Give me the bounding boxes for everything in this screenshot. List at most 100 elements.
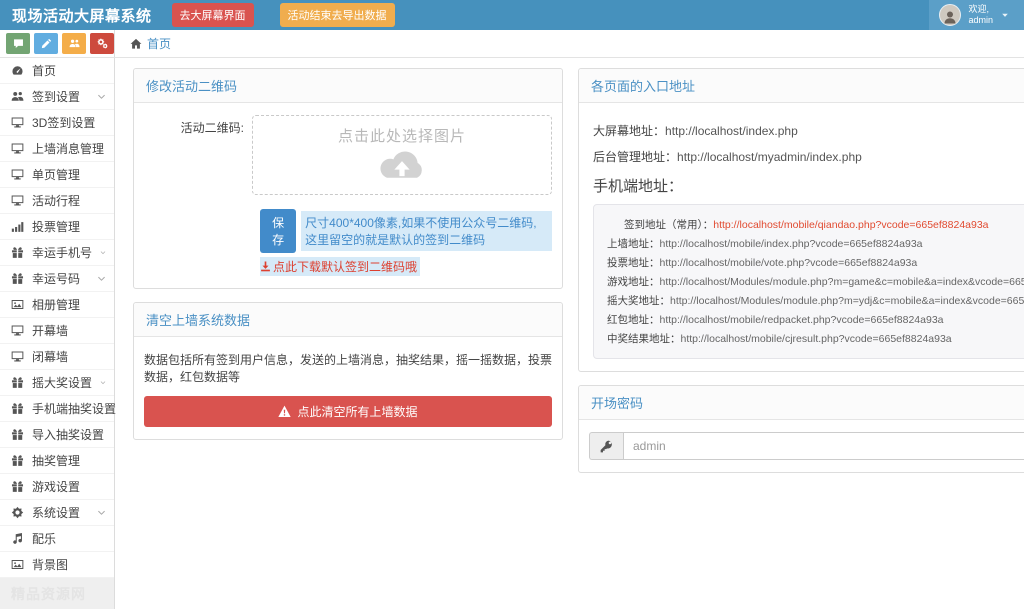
users-icon bbox=[69, 39, 80, 48]
cogs-icon bbox=[96, 38, 108, 49]
gift-icon bbox=[11, 403, 24, 414]
sub-bar: 首页 bbox=[0, 30, 1024, 58]
image-upload-dropzone[interactable]: 点击此处选择图片 bbox=[252, 115, 552, 195]
download-icon bbox=[261, 261, 270, 272]
sidebar-item-home[interactable]: 首页 bbox=[0, 58, 114, 84]
admin-address: 后台管理地址：http://localhost/myadmin/index.ph… bbox=[593, 150, 862, 164]
comment-icon bbox=[13, 39, 23, 48]
qr-code-label: 活动二维码: bbox=[180, 121, 244, 135]
opening-password-input[interactable] bbox=[623, 432, 1024, 460]
main-content: 修改活动二维码 活动二维码: 点击此处选择图片 保存 尺寸400*400像素,如… bbox=[115, 58, 1024, 609]
image-icon bbox=[11, 560, 24, 569]
big-screen-address: 大屏幕地址：http://localhost/index.php bbox=[593, 124, 798, 138]
home-icon bbox=[130, 38, 142, 49]
cloud-upload-icon bbox=[380, 151, 422, 178]
users-quick-button[interactable] bbox=[62, 33, 86, 54]
message-quick-button[interactable] bbox=[6, 33, 30, 54]
welcome-text: 欢迎, admin bbox=[968, 4, 993, 25]
desktop-icon bbox=[11, 117, 24, 128]
user-menu[interactable]: 欢迎, admin bbox=[929, 0, 1024, 30]
desktop-icon bbox=[11, 143, 24, 154]
sidebar-item-shake-prize[interactable]: 摇大奖设置 bbox=[0, 370, 114, 396]
edit-quick-button[interactable] bbox=[34, 33, 58, 54]
top-header-bar: 现场活动大屏幕系统 去大屏幕界面 活动结束去导出数据 欢迎, admin bbox=[0, 0, 1024, 30]
entry-address-panel: 各页面的入口地址 大屏幕地址：http://localhost/index.ph… bbox=[578, 68, 1024, 372]
panel-title: 开场密码 bbox=[579, 386, 1024, 420]
signin-url-link[interactable]: http://localhost/mobile/qiandao.php?vcod… bbox=[713, 219, 988, 231]
dashboard-icon bbox=[12, 66, 23, 75]
chevron-down-icon bbox=[98, 94, 105, 99]
caret-down-icon bbox=[1002, 13, 1008, 17]
go-big-screen-button[interactable]: 去大屏幕界面 bbox=[171, 3, 254, 27]
chevron-down-icon bbox=[98, 510, 105, 515]
desktop-icon bbox=[11, 195, 24, 206]
mobile-url-list: 签到地址（常用）：http://localhost/mobile/qiandao… bbox=[593, 204, 1024, 359]
gift-icon bbox=[11, 455, 24, 466]
sidebar-item-background[interactable]: 背景图 bbox=[0, 552, 114, 578]
avatar bbox=[939, 4, 962, 26]
sidebar-item-schedule[interactable]: 活动行程 bbox=[0, 188, 114, 214]
download-default-qr-link[interactable]: 点此下载默认签到二维码哦 bbox=[260, 257, 421, 276]
save-button[interactable]: 保存 bbox=[260, 209, 297, 253]
panel-title: 修改活动二维码 bbox=[134, 69, 562, 103]
sidebar-nav: 首页 签到设置 3D签到设置 上墙消息管理 单页管理 活动行程 投票管理 幸运手… bbox=[0, 58, 116, 609]
gift-icon bbox=[11, 377, 24, 388]
app-title: 现场活动大屏幕系统 bbox=[12, 7, 152, 25]
sidebar-item-3d-signin[interactable]: 3D签到设置 bbox=[0, 110, 114, 136]
quick-toolbar bbox=[0, 30, 115, 57]
sidebar-item-lucky-number[interactable]: 幸运号码 bbox=[0, 266, 114, 292]
signin-url-line: 签到地址（常用）：http://localhost/mobile/qiandao… bbox=[624, 219, 989, 231]
gift-icon bbox=[11, 481, 24, 492]
breadcrumb: 首页 bbox=[115, 30, 1024, 57]
gift-icon bbox=[11, 273, 24, 284]
sidebar-item-single-page[interactable]: 单页管理 bbox=[0, 162, 114, 188]
watermark-text: 精品资源网 bbox=[11, 585, 86, 602]
sidebar-item-lucky-phone[interactable]: 幸运手机号 bbox=[0, 240, 114, 266]
panel-title: 清空上墙系统数据 bbox=[134, 303, 562, 337]
desktop-icon bbox=[11, 169, 24, 180]
sidebar-item-album[interactable]: 相册管理 bbox=[0, 292, 114, 318]
sidebar-item-import-lottery[interactable]: 导入抽奖设置 bbox=[0, 422, 114, 448]
shake-prize-url-line: 摇大奖地址：http://localhost/Modules/module.ph… bbox=[607, 295, 1024, 307]
sidebar-item-wall-message[interactable]: 上墙消息管理 bbox=[0, 136, 114, 162]
game-url-line: 游戏地址：http://localhost/Modules/module.php… bbox=[607, 276, 1024, 288]
qr-code-panel: 修改活动二维码 活动二维码: 点击此处选择图片 保存 尺寸400*400像素,如… bbox=[133, 68, 563, 289]
sidebar-footer: 精品资源网 bbox=[0, 578, 114, 609]
export-data-button[interactable]: 活动结束去导出数据 bbox=[279, 3, 395, 27]
sidebar-item-music[interactable]: 配乐 bbox=[0, 526, 114, 552]
breadcrumb-home[interactable]: 首页 bbox=[147, 35, 171, 52]
clear-data-description: 数据包括所有签到用户信息，发送的上墙消息，抽奖结果，摇一摇数据，投票数据，红包数… bbox=[144, 353, 553, 384]
image-icon bbox=[11, 300, 24, 309]
red-packet-url-line: 红包地址：http://localhost/mobile/redpacket.p… bbox=[607, 314, 944, 326]
sidebar-item-mobile-lottery[interactable]: 手机端抽奖设置 bbox=[0, 396, 116, 422]
sidebar-item-system-settings[interactable]: 系统设置 bbox=[0, 500, 114, 526]
settings-quick-button[interactable] bbox=[90, 33, 114, 54]
panel-title: 各页面的入口地址 bbox=[579, 69, 1024, 103]
size-tip-text: 尺寸400*400像素,如果不使用公众号二维码,这里留空的就是默认的签到二维码 bbox=[301, 211, 552, 251]
vote-url-line: 投票地址：http://localhost/mobile/vote.php?vc… bbox=[607, 257, 918, 269]
signal-bars-icon bbox=[11, 222, 24, 232]
desktop-icon bbox=[11, 325, 24, 336]
warning-icon bbox=[278, 405, 292, 417]
desktop-icon bbox=[11, 351, 24, 362]
chevron-down-icon bbox=[98, 276, 105, 281]
clear-data-panel: 清空上墙系统数据 数据包括所有签到用户信息，发送的上墙消息，抽奖结果，摇一摇数据… bbox=[133, 302, 563, 440]
pencil-icon bbox=[41, 38, 51, 49]
prize-result-url-line: 中奖结果地址：http://localhost/mobile/cjresult.… bbox=[607, 333, 952, 345]
clear-all-data-button[interactable]: 点此清空所有上墙数据 bbox=[144, 396, 552, 427]
sidebar-item-signin-settings[interactable]: 签到设置 bbox=[0, 84, 114, 110]
person-icon bbox=[944, 11, 956, 23]
sidebar-item-opening-wall[interactable]: 开幕墙 bbox=[0, 318, 114, 344]
upload-placeholder: 点击此处选择图片 bbox=[337, 128, 466, 145]
sidebar-item-closing-wall[interactable]: 闭幕墙 bbox=[0, 344, 114, 370]
sidebar-item-game-settings[interactable]: 游戏设置 bbox=[0, 474, 114, 500]
wall-url-line: 上墙地址：http://localhost/mobile/index.php?v… bbox=[607, 238, 923, 250]
gift-icon bbox=[11, 429, 24, 440]
key-addon bbox=[589, 432, 623, 460]
opening-password-panel: 开场密码 修改 bbox=[578, 385, 1024, 473]
users-icon bbox=[11, 91, 24, 101]
gear-icon bbox=[11, 506, 24, 519]
sidebar-item-vote[interactable]: 投票管理 bbox=[0, 214, 114, 240]
sidebar-item-lottery-admin[interactable]: 抽奖管理 bbox=[0, 448, 114, 474]
key-icon bbox=[600, 440, 612, 452]
